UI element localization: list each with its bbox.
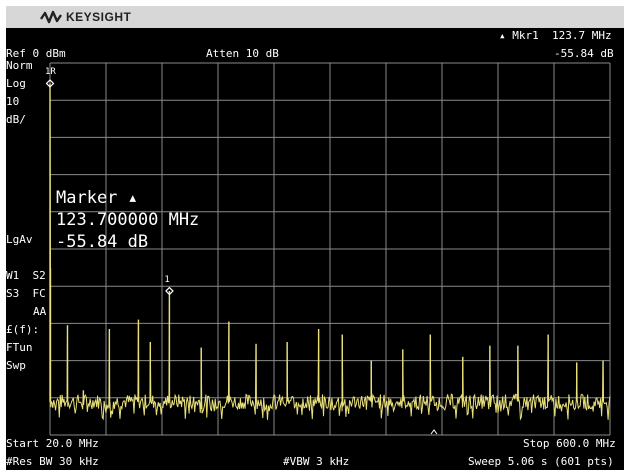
marker-box-level: -55.84 dB xyxy=(56,232,149,252)
scale-type: Log xyxy=(6,77,26,90)
brand-logo: KEYSIGHT xyxy=(40,9,131,25)
trace-status-w1s2: W1 S2 xyxy=(6,269,46,282)
scale-value: 10 xyxy=(6,95,20,108)
brand-bar: KEYSIGHT xyxy=(6,6,624,28)
brand-name: KEYSIGHT xyxy=(66,10,132,24)
scale-unit: dB/ xyxy=(6,113,26,126)
resolution-bandwidth: #Res BW 30 kHz xyxy=(6,455,99,468)
caret-icon xyxy=(430,429,438,435)
average-type: LgAv xyxy=(6,233,33,246)
attenuation: Atten 10 dB xyxy=(206,47,279,60)
marker-readout-frequency: ▴ Mkr1 123.7 MHz xyxy=(499,29,612,42)
stop-frequency: Stop 600.0 MHz xyxy=(523,437,616,450)
trace-status-s3fc: S3 FC xyxy=(6,287,46,300)
keysight-wave-icon xyxy=(40,10,62,24)
marker-box-frequency: 123.700000 MHz xyxy=(56,210,200,230)
marker-1r-label: 1R xyxy=(45,67,56,78)
start-frequency: Start 20.0 MHz xyxy=(6,437,99,450)
marker-readout-level: -55.84 dB xyxy=(554,47,614,60)
video-bandwidth: #VBW 3 kHz xyxy=(283,455,350,468)
freq-tune-indicator: FTun xyxy=(6,341,33,354)
function-indicator: £(f): xyxy=(6,323,40,336)
marker-1-label: 1 xyxy=(164,275,170,286)
sweep-time: Sweep 5.06 s (601 pts) xyxy=(468,455,614,468)
analyzer-screen: Ref 0 dBm Atten 10 dB ▴ Mkr1 123.7 MHz -… xyxy=(6,28,624,470)
detector-mode: Norm xyxy=(6,59,33,72)
trace-status-aa: AA xyxy=(33,305,47,318)
sweep-indicator: Swp xyxy=(6,359,26,372)
marker-box-title: Marker ▴ xyxy=(56,188,138,208)
